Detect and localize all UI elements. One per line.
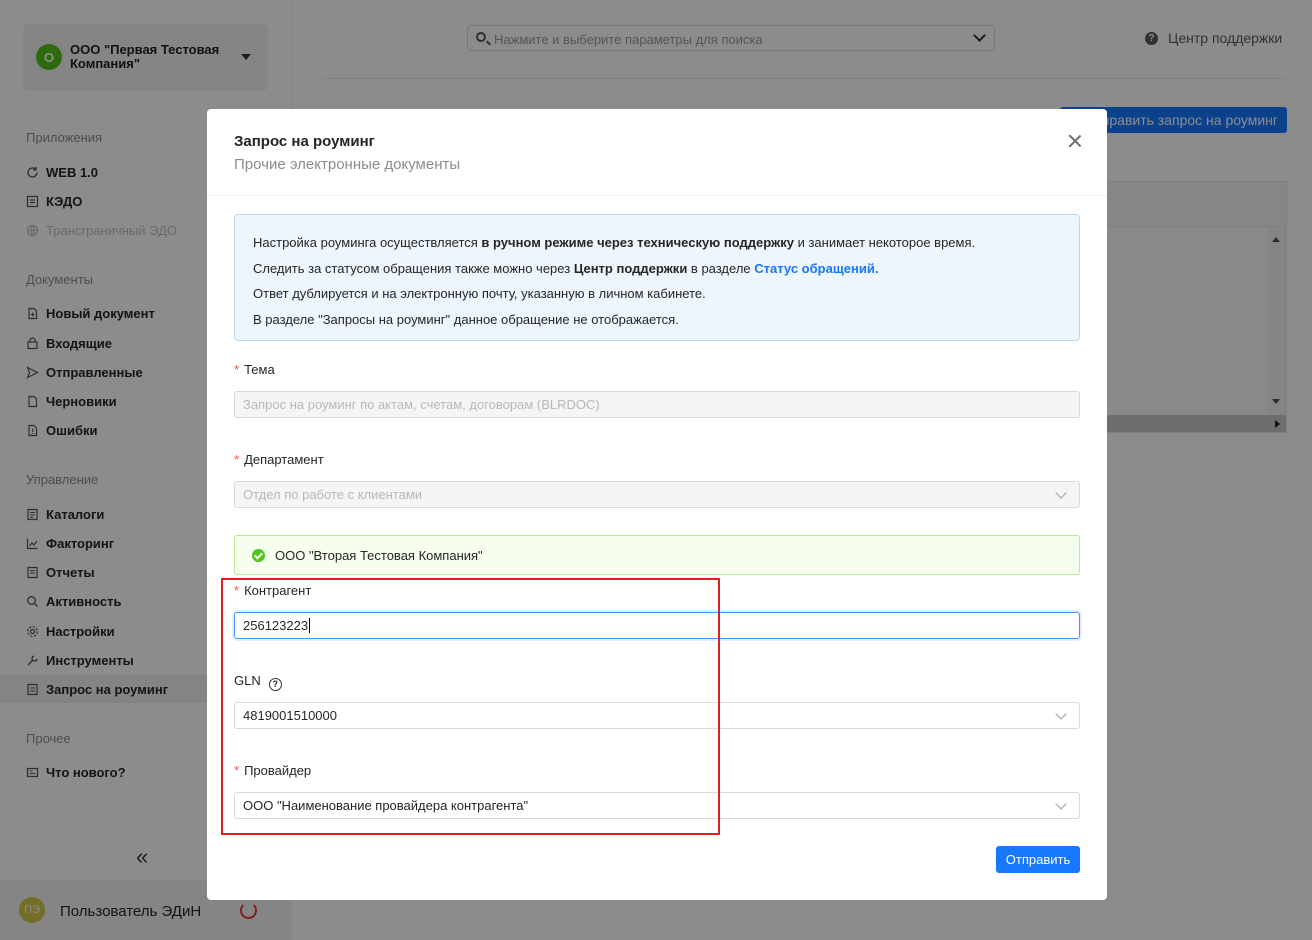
modal-subtitle: Прочие электронные документы: [234, 156, 461, 173]
info-line-3: Ответ дублируется и на электронную почту…: [253, 286, 706, 301]
department-label: * Департамент: [234, 452, 324, 467]
chevron-down-icon: [1055, 708, 1067, 720]
submit-button[interactable]: Отправить: [996, 846, 1080, 873]
company-found-alert: ООО "Вторая Тестовая Компания": [234, 535, 1080, 575]
status-requests-link[interactable]: Статус обращений.: [754, 261, 878, 276]
modal-title: Запрос на роуминг: [234, 133, 375, 150]
info-alert: Настройка роуминга осуществляется в ручн…: [234, 214, 1080, 341]
found-company-name: ООО "Вторая Тестовая Компания": [275, 547, 483, 563]
info-line-2: Следить за статусом обращения также можн…: [253, 260, 879, 276]
check-circle-icon: [252, 548, 265, 562]
department-select[interactable]: Отдел по работе с клиентами: [234, 481, 1080, 508]
info-line-4: В разделе "Запросы на роуминг" данное об…: [253, 311, 679, 327]
roaming-request-modal: Запрос на роуминг Прочие электронные док…: [207, 109, 1107, 900]
chevron-down-icon: [1055, 487, 1067, 499]
modal-divider: [207, 195, 1107, 196]
topic-label: * Тема: [234, 362, 275, 377]
close-icon[interactable]: [1067, 133, 1083, 149]
chevron-down-icon: [1055, 798, 1067, 810]
info-line-1: Настройка роуминга осуществляется в ручн…: [253, 235, 976, 250]
topic-input[interactable]: Запрос на роуминг по актам, счетам, дого…: [234, 391, 1080, 418]
highlight-annotation-box: [221, 578, 720, 835]
